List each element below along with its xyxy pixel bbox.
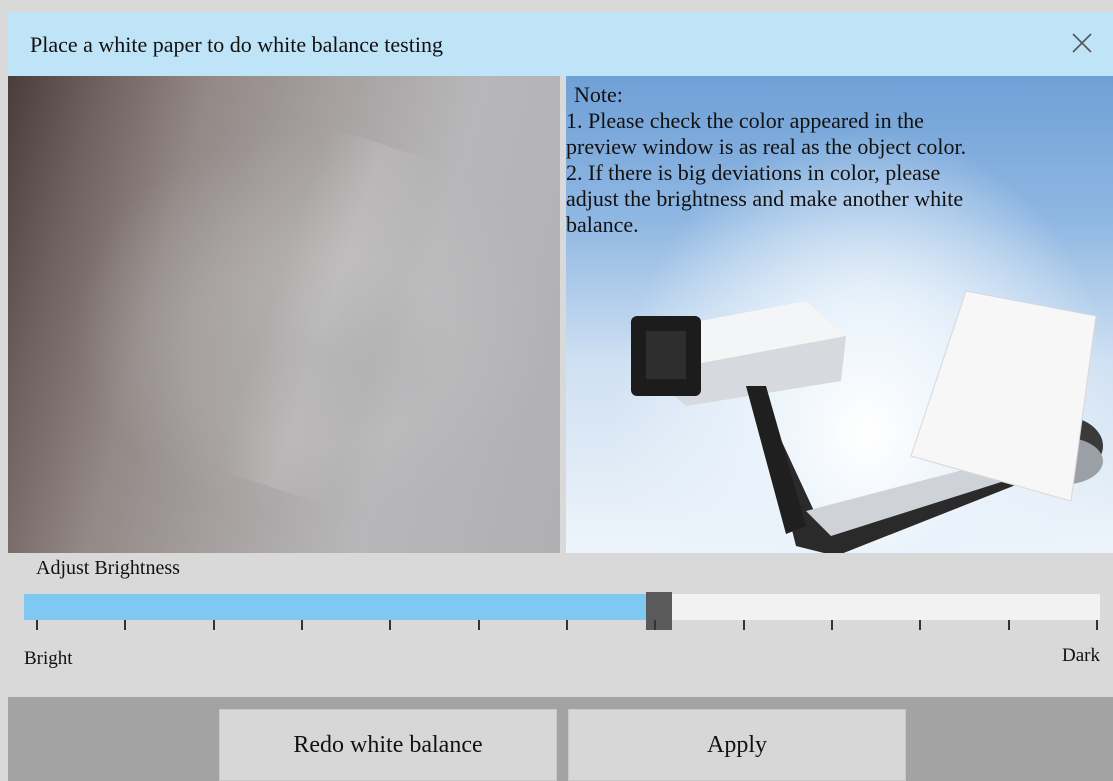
note-line-3: 2. If there is big deviations in color, … bbox=[566, 160, 941, 185]
slider-tick bbox=[831, 620, 833, 630]
slider-tick bbox=[36, 620, 38, 630]
slider-tick bbox=[919, 620, 921, 630]
slider-tick bbox=[743, 620, 745, 630]
note-line-4: adjust the brightness and make another w… bbox=[566, 186, 964, 211]
slider-tick bbox=[478, 620, 480, 630]
slider-tick bbox=[1096, 620, 1098, 630]
camera-preview bbox=[8, 76, 560, 553]
scanner-device-illustration bbox=[631, 290, 1103, 553]
note-panel: Note: 1. Please check the color appeared… bbox=[566, 76, 1113, 553]
slider-ticks bbox=[24, 620, 1100, 634]
close-icon[interactable] bbox=[1067, 28, 1097, 58]
white-balance-dialog: Place a white paper to do white balance … bbox=[8, 12, 1113, 781]
title-bar: Place a white paper to do white balance … bbox=[8, 12, 1113, 76]
note-line-1: 1. Please check the color appeared in th… bbox=[566, 108, 924, 133]
dark-label: Dark bbox=[1062, 645, 1100, 666]
slider-tick bbox=[1008, 620, 1010, 630]
brightness-label: Adjust Brightness bbox=[36, 557, 180, 579]
dialog-title: Place a white paper to do white balance … bbox=[30, 32, 443, 57]
redo-white-balance-button[interactable]: Redo white balance bbox=[219, 709, 557, 781]
slider-tick bbox=[213, 620, 215, 630]
apply-button[interactable]: Apply bbox=[568, 709, 906, 781]
bright-label: Bright bbox=[24, 648, 73, 669]
slider-tick bbox=[654, 620, 656, 630]
note-line-5: balance. bbox=[566, 212, 639, 237]
slider-tick bbox=[124, 620, 126, 630]
slider-tick bbox=[301, 620, 303, 630]
slider-tick bbox=[566, 620, 568, 630]
slider-tick bbox=[389, 620, 391, 630]
note-line-2: preview window is as real as the object … bbox=[566, 134, 967, 159]
brightness-slider[interactable] bbox=[24, 592, 1100, 630]
dialog-footer: Redo white balance Apply bbox=[8, 697, 1113, 781]
note-heading: Note: bbox=[574, 82, 623, 107]
note-text: Note: 1. Please check the color appeared… bbox=[566, 82, 1106, 238]
slider-fill bbox=[24, 594, 646, 620]
